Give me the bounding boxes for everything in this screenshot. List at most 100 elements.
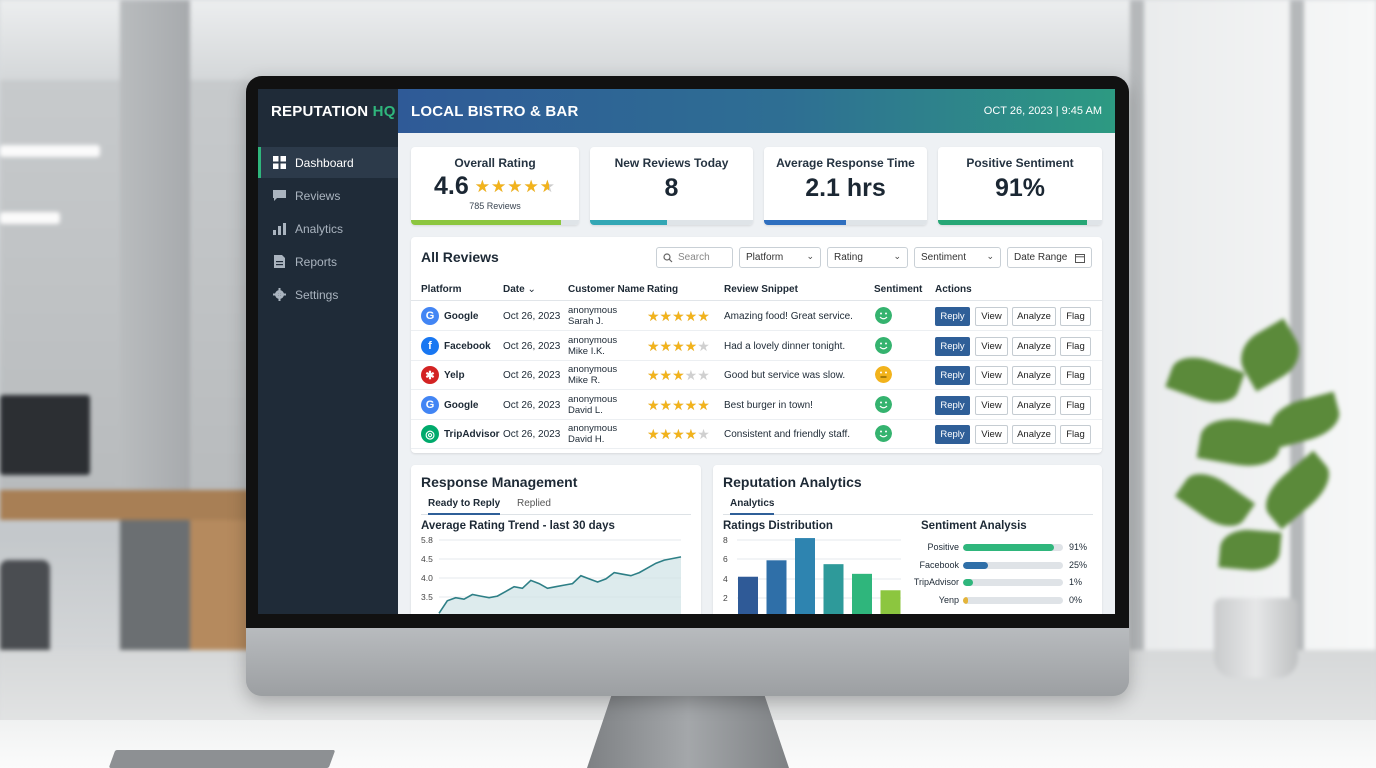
tab-analytics[interactable]: Analytics bbox=[730, 498, 775, 515]
reply-button[interactable]: Reply bbox=[935, 395, 970, 415]
document-icon bbox=[274, 255, 285, 268]
sidebar-item-reviews[interactable]: Reviews bbox=[258, 180, 398, 211]
sentiment-value: 91% bbox=[1069, 542, 1088, 552]
kpi-title: New Reviews Today bbox=[614, 156, 729, 170]
rating-stars: ★★★★★★★★★★ bbox=[647, 426, 710, 442]
rating-filter[interactable]: Rating ⌄ bbox=[827, 247, 908, 268]
view-button[interactable]: View bbox=[975, 307, 1008, 326]
distribution-bar bbox=[795, 538, 815, 614]
reply-button[interactable]: Reply bbox=[935, 425, 970, 444]
search-input[interactable]: Search bbox=[656, 247, 733, 268]
review-date: Oct 26, 2023 bbox=[503, 311, 561, 322]
kpi-value: 8 bbox=[664, 174, 679, 202]
tab-replied[interactable]: Replied bbox=[517, 498, 551, 509]
sidebar-item-label: Analytics bbox=[295, 221, 344, 236]
analyze-button[interactable]: Analyze bbox=[1012, 425, 1056, 444]
column-header: Actions bbox=[935, 284, 972, 295]
sentiment-bar-fill bbox=[963, 596, 968, 604]
brand-accent: HQ bbox=[372, 103, 396, 120]
desk-drawer bbox=[190, 520, 250, 650]
platform-name: Google bbox=[444, 311, 479, 322]
sentiment-label: Yenp bbox=[938, 594, 959, 605]
tripadvisor-logo-icon: ◎ bbox=[421, 425, 439, 443]
column-header[interactable]: Platform bbox=[421, 284, 462, 295]
platform-filter[interactable]: Platform ⌄ bbox=[739, 247, 821, 268]
table-header: Platform Date ⌄ Customer Name Rating Rev… bbox=[411, 279, 1102, 301]
kpi-new-reviews: New Reviews Today 8 bbox=[590, 147, 753, 225]
sentiment-label: Positive bbox=[927, 542, 959, 552]
column-header-date[interactable]: Date ⌄ bbox=[503, 284, 536, 295]
y-tick-label: 4.0 bbox=[421, 573, 433, 583]
dashboard-icon bbox=[273, 156, 286, 169]
rating-stars: ★★★★★★★★★★ bbox=[647, 396, 710, 413]
customer-name-line: anonymous bbox=[568, 334, 618, 346]
flag-button[interactable]: Flag bbox=[1060, 425, 1091, 444]
analyze-button[interactable]: Analyze bbox=[1012, 395, 1056, 415]
ratings-distribution-chart: 8 6 4 2 bbox=[723, 537, 901, 614]
neutral-sentiment-icon bbox=[875, 366, 892, 383]
rating-trend-chart: 5.8 4.5 4.0 3.5 bbox=[421, 537, 682, 614]
filter-label: Sentiment bbox=[921, 252, 967, 263]
kpi-positive-sentiment: Positive Sentiment 91% bbox=[938, 147, 1102, 225]
table-row: G Google Oct 26, 2023 anonymous David L. ★★★★… bbox=[411, 391, 1102, 420]
current-datetime: OCT 26, 2023 | 9:45 AM bbox=[983, 105, 1102, 117]
column-header[interactable]: Customer Name bbox=[568, 284, 645, 295]
sidebar-item-reports[interactable]: Reports bbox=[258, 246, 398, 277]
sidebar-item-dashboard[interactable]: Dashboard bbox=[258, 147, 398, 178]
y-tick-label: 6 bbox=[723, 554, 728, 564]
flag-button[interactable]: Flag bbox=[1060, 307, 1091, 326]
flag-button[interactable]: Flag bbox=[1060, 395, 1091, 415]
sidebar-item-settings[interactable]: Settings bbox=[258, 279, 398, 310]
kpi-title: Positive Sentiment bbox=[966, 156, 1074, 170]
filter-label: Date Range bbox=[1014, 252, 1068, 263]
chat-icon bbox=[273, 190, 286, 201]
reply-button[interactable]: Reply bbox=[935, 366, 970, 385]
sentiment-filter[interactable]: Sentiment ⌄ bbox=[914, 247, 1001, 268]
sentiment-bar bbox=[963, 561, 1063, 569]
sentiment-bar-fill bbox=[963, 561, 988, 569]
date-range-filter[interactable]: Date Range bbox=[1007, 247, 1092, 268]
column-header[interactable]: Rating bbox=[647, 284, 678, 295]
kpi-subtext: 785 Reviews bbox=[469, 201, 521, 211]
analyze-button[interactable]: Analyze bbox=[1012, 336, 1056, 356]
tab-ready-to-reply[interactable]: Ready to Reply bbox=[428, 498, 501, 515]
chart-title: Ratings Distribution bbox=[723, 520, 833, 532]
sidebar-item-label: Dashboard bbox=[295, 155, 354, 170]
column-header-label: Date bbox=[503, 284, 525, 295]
sidebar-item-label: Reports bbox=[295, 254, 338, 269]
rating-stars: ★★★★★★★★★★ bbox=[647, 337, 710, 354]
distribution-bar bbox=[738, 576, 758, 614]
reply-button[interactable]: Reply bbox=[935, 336, 970, 356]
flag-button[interactable]: Flag bbox=[1060, 336, 1091, 356]
view-button[interactable]: View bbox=[975, 336, 1008, 356]
customer-name: anonymous Sarah J. bbox=[568, 305, 617, 327]
analyze-button[interactable]: Analyze bbox=[1012, 307, 1056, 326]
y-tick-label: 4.5 bbox=[421, 554, 433, 564]
view-button[interactable]: View bbox=[975, 425, 1008, 444]
platform-name: TripAdvisor bbox=[444, 429, 500, 440]
column-header[interactable]: Sentiment bbox=[874, 284, 922, 295]
y-tick-label: 5.8 bbox=[421, 537, 433, 545]
reply-button[interactable]: Reply bbox=[935, 307, 970, 326]
view-button[interactable]: View bbox=[975, 366, 1008, 385]
kpi-progress bbox=[411, 220, 579, 225]
sentiment-label: TripAdvisor bbox=[913, 577, 959, 587]
analyze-button[interactable]: Analyze bbox=[1012, 366, 1056, 385]
sidebar-item-analytics[interactable]: Analytics bbox=[258, 213, 398, 244]
rating-stars: ★★★★★★★★★★ bbox=[647, 308, 710, 324]
flag-button[interactable]: Flag bbox=[1060, 366, 1091, 385]
calendar-icon bbox=[1075, 254, 1085, 263]
column-header[interactable]: Review Snippet bbox=[724, 284, 798, 295]
review-date: Oct 26, 2023 bbox=[503, 370, 561, 381]
facebook-logo-icon: f bbox=[421, 336, 439, 355]
customer-name-line: anonymous bbox=[568, 364, 618, 375]
panel-title: All Reviews bbox=[421, 249, 499, 265]
distribution-bar bbox=[766, 560, 787, 614]
view-button[interactable]: View bbox=[975, 395, 1008, 415]
filter-label: Platform bbox=[746, 252, 784, 263]
analytics-tabs: Analytics bbox=[723, 495, 1093, 515]
panel-title: Reputation Analytics bbox=[723, 474, 862, 490]
positive-sentiment-icon bbox=[875, 336, 892, 354]
gear-icon bbox=[273, 288, 286, 301]
sentiment-bar bbox=[963, 544, 1063, 551]
